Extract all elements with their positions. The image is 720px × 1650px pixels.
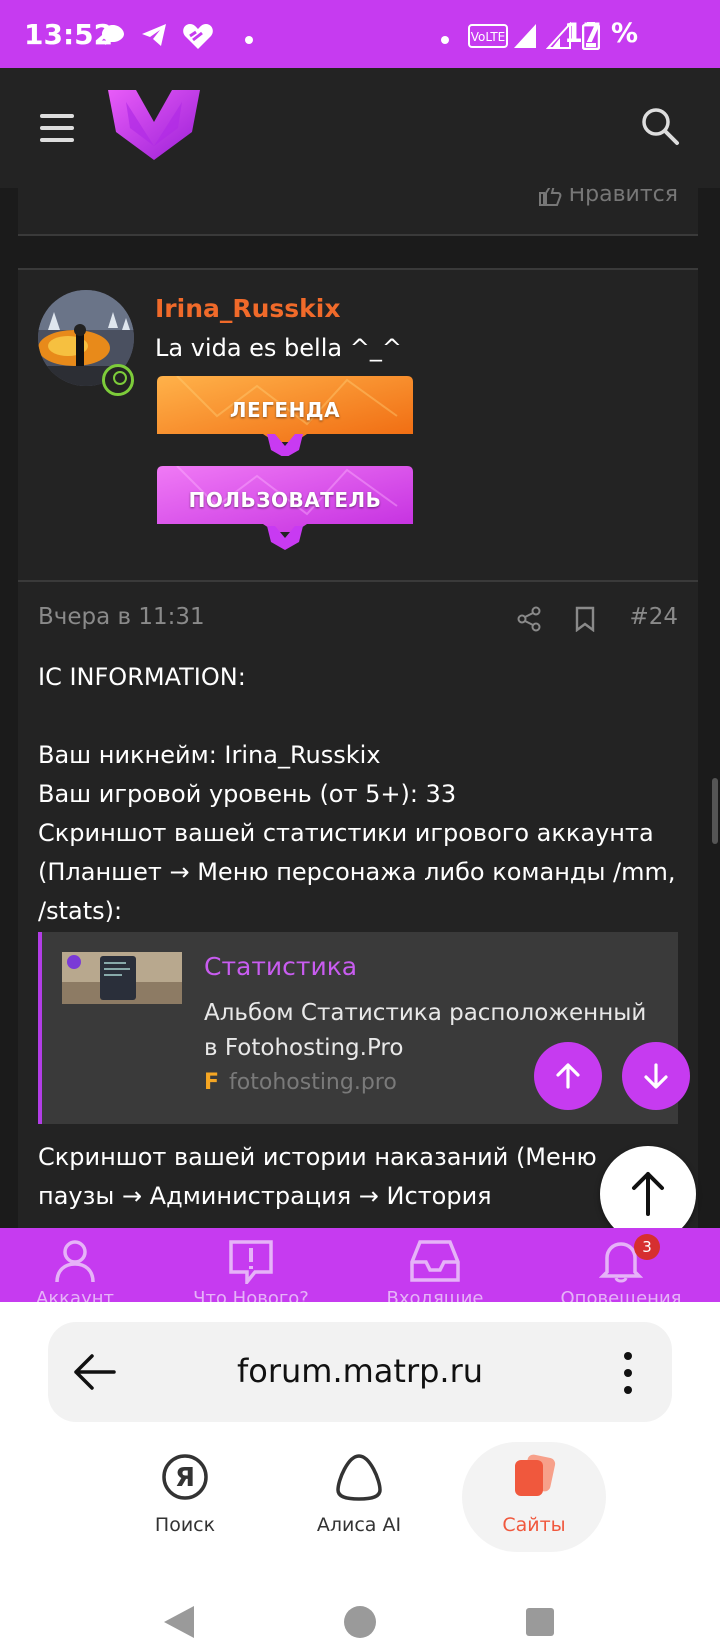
badge-legend-text: ЛЕГЕНДА bbox=[229, 398, 341, 422]
nav-account-label: Аккаунт bbox=[36, 1288, 114, 1302]
user-icon bbox=[55, 1240, 95, 1283]
scroll-up-button[interactable] bbox=[534, 1042, 602, 1110]
svg-text:VoLTE: VoLTE bbox=[471, 30, 506, 44]
embed-thumbnail[interactable] bbox=[62, 952, 182, 1004]
embed-site-domain: fotohosting.pro bbox=[229, 1070, 397, 1095]
system-recents-icon bbox=[526, 1608, 554, 1636]
online-status-icon bbox=[102, 364, 134, 396]
scroll-down-button[interactable] bbox=[622, 1042, 690, 1110]
address-bar[interactable]: forum.matrp.ru bbox=[48, 1322, 672, 1422]
like-label: Нравится bbox=[568, 188, 678, 207]
browser-chrome: forum.matrp.ru Я Поиск Алиса AI Сайты bbox=[0, 1302, 720, 1650]
telegram-icon bbox=[140, 22, 168, 52]
embed-title[interactable]: Статистика bbox=[204, 952, 357, 981]
inbox-icon bbox=[410, 1240, 460, 1282]
thread-content[interactable]: Нравится Irina_Russkix La vida es bella … bbox=[0, 188, 720, 1228]
system-navigation-bar bbox=[0, 1592, 720, 1650]
arrow-up-icon bbox=[556, 1063, 580, 1089]
battery-percent: 17 % bbox=[563, 18, 638, 49]
nav-alerts[interactable]: Оповещения bbox=[536, 1238, 706, 1302]
share-icon[interactable] bbox=[516, 606, 542, 636]
nav-whats-new-label: Что Нового? bbox=[193, 1288, 309, 1302]
system-back-icon bbox=[164, 1606, 194, 1638]
embed-site: Ffotohosting.pro bbox=[204, 1070, 397, 1095]
body-line bbox=[38, 697, 678, 736]
hamburger-icon[interactable] bbox=[40, 114, 74, 144]
previous-post-footer: Нравится bbox=[18, 188, 698, 236]
bookmark-icon[interactable] bbox=[574, 606, 596, 636]
thumb-up-icon bbox=[538, 188, 561, 206]
browser-tab-alice-label: Алиса AI bbox=[316, 1514, 402, 1536]
nav-account[interactable]: Аккаунт bbox=[0, 1238, 160, 1302]
post-number[interactable]: #24 bbox=[629, 604, 678, 630]
post-meta: Вчера в 11:31 #24 bbox=[38, 600, 678, 640]
arrow-down-icon bbox=[644, 1063, 668, 1089]
body-line: IC INFORMATION: bbox=[38, 663, 246, 691]
forum-header bbox=[0, 68, 720, 188]
body-line: Ваш игровой уровень (от 5+): 33 bbox=[38, 780, 457, 808]
post-body: IC INFORMATION: Ваш никнейм: Irina_Russk… bbox=[38, 658, 678, 931]
post-date[interactable]: Вчера в 11:31 bbox=[38, 604, 205, 630]
volte-icon: VoLTE bbox=[468, 24, 508, 52]
nav-inbox[interactable]: Входящие bbox=[350, 1238, 520, 1302]
badge-user-text: ПОЛЬЗОВАТЕЛЬ bbox=[188, 488, 382, 512]
whats-new-icon bbox=[229, 1240, 273, 1284]
dot-icon bbox=[440, 30, 450, 49]
alice-icon bbox=[336, 1454, 382, 1501]
more-options-icon[interactable] bbox=[624, 1352, 632, 1403]
arrow-up-icon bbox=[632, 1172, 664, 1216]
browser-tab-alice[interactable]: Алиса AI bbox=[284, 1452, 434, 1536]
nav-inbox-label: Входящие bbox=[386, 1288, 484, 1302]
alerts-count-badge: 3 bbox=[634, 1234, 660, 1260]
svg-text:Я: Я bbox=[175, 1463, 195, 1493]
yandex-search-icon: Я bbox=[162, 1454, 208, 1500]
status-bar: 13:52 VoLTE 17 % bbox=[0, 0, 720, 68]
badge-legend: ЛЕГЕНДА bbox=[157, 375, 413, 458]
body-line: Скриншот вашей статистики игрового аккау… bbox=[38, 819, 684, 925]
nav-alerts-label: Оповещения bbox=[560, 1288, 682, 1302]
system-home-icon bbox=[344, 1606, 376, 1638]
sites-icon bbox=[515, 1454, 556, 1496]
author-username[interactable]: Irina_Russkix bbox=[155, 294, 341, 323]
badge-user: ПОЛЬЗОВАТЕЛЬ bbox=[157, 465, 413, 550]
dot-icon bbox=[244, 30, 254, 49]
browser-tab-sites-label: Сайты bbox=[502, 1514, 566, 1536]
body-line: Ваш никнейм: Irina_Russkix bbox=[38, 741, 381, 769]
browser-tab-search[interactable]: Я Поиск bbox=[110, 1452, 260, 1536]
url-text[interactable]: forum.matrp.ru bbox=[48, 1352, 672, 1390]
forum-bottom-nav: Аккаунт Что Нового? Входящие Оповещения … bbox=[0, 1228, 720, 1302]
author-title: La vida es bella ^_^ bbox=[155, 334, 402, 362]
like-button[interactable]: Нравится bbox=[538, 188, 678, 207]
site-logo[interactable] bbox=[108, 88, 200, 164]
scrollbar[interactable] bbox=[712, 778, 718, 844]
post-body-continued: Скриншот вашей истории наказаний (Меню п… bbox=[38, 1143, 597, 1210]
fotohosting-logo-icon: F bbox=[204, 1070, 220, 1095]
heart-icon bbox=[182, 22, 214, 54]
browser-tab-sites[interactable]: Сайты bbox=[462, 1442, 606, 1552]
search-icon[interactable] bbox=[640, 106, 680, 150]
browser-tab-search-label: Поиск bbox=[154, 1514, 216, 1536]
nav-whats-new[interactable]: Что Нового? bbox=[166, 1238, 336, 1302]
post-author-block: Irina_Russkix La vida es bella ^_^ ЛЕГЕН… bbox=[18, 270, 698, 582]
signal-icon bbox=[512, 22, 538, 54]
chat-bubble-icon bbox=[100, 22, 126, 52]
